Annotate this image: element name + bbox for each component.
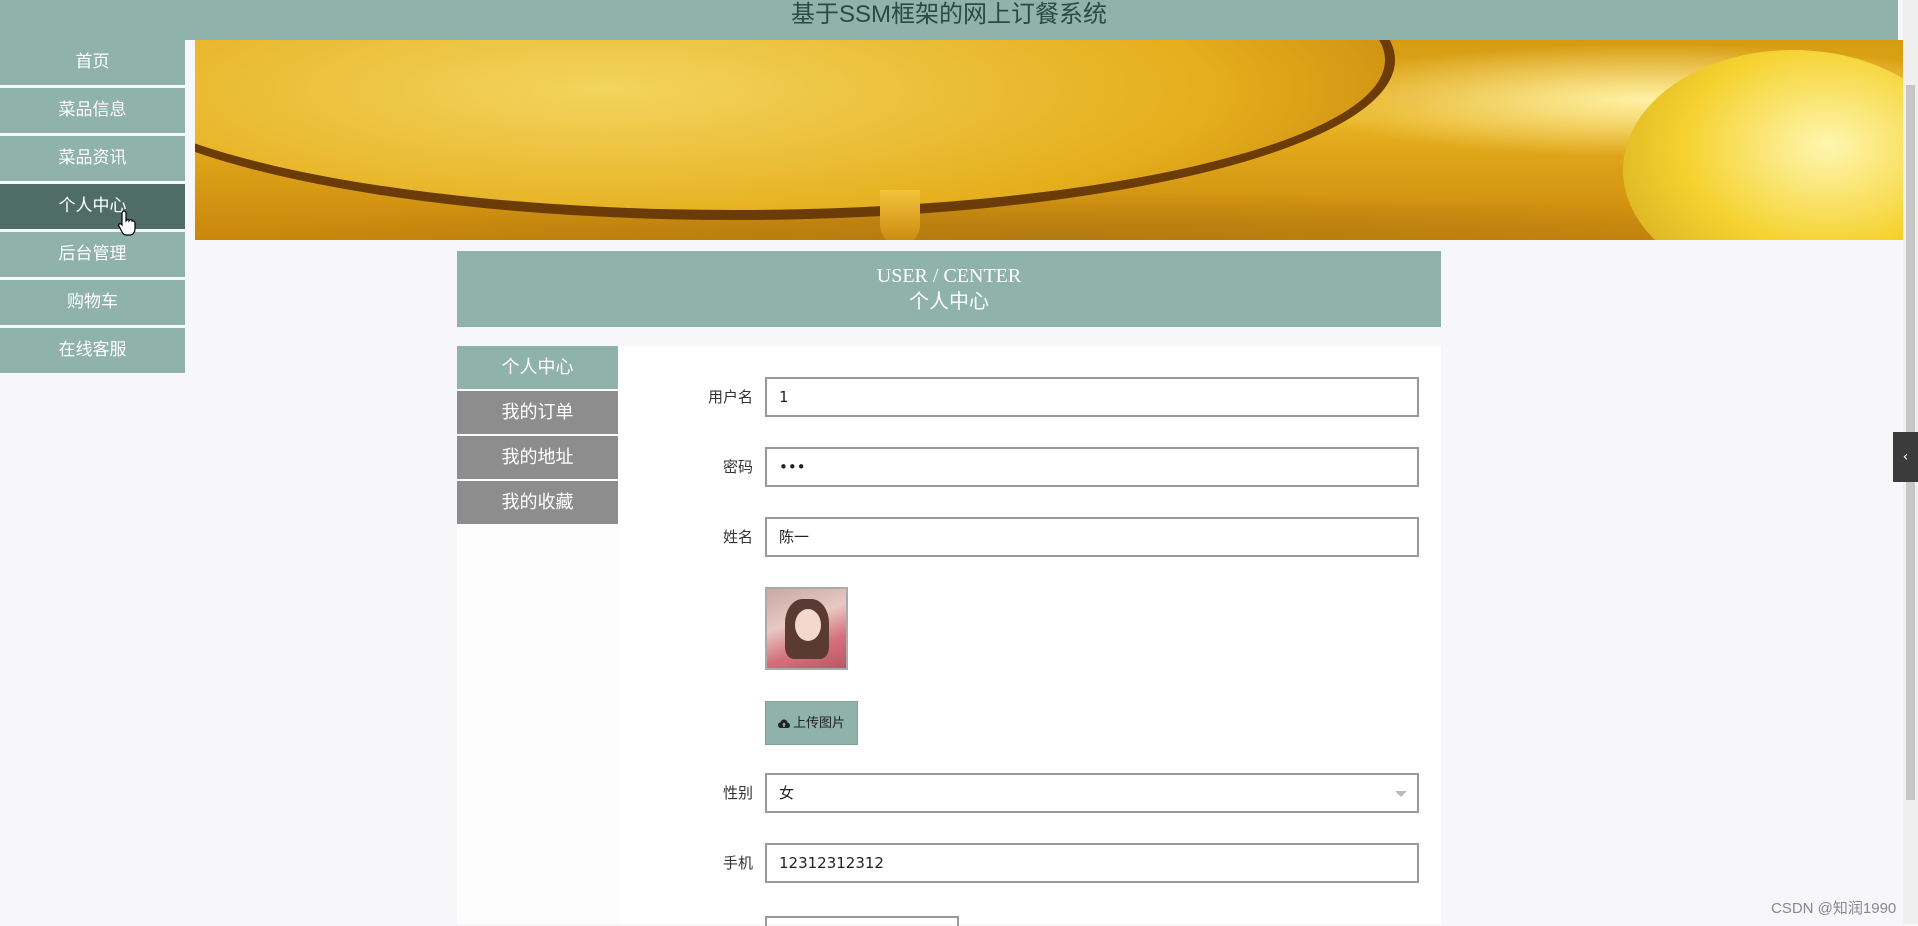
sidebar-item-dish-info[interactable]: 菜品信息: [0, 88, 185, 133]
gender-selected-value: 女: [779, 784, 795, 802]
banner-drip-shape: [880, 190, 920, 240]
subnav-item-my-orders[interactable]: 我的订单: [457, 391, 618, 434]
cloud-upload-icon: [777, 719, 790, 728]
next-field-partial[interactable]: [765, 916, 959, 926]
username-field[interactable]: 1: [765, 377, 1419, 417]
chevron-left-icon: ‹: [1902, 449, 1909, 465]
section-header: USER / CENTER 个人中心: [457, 251, 1441, 327]
sidebar-item-admin[interactable]: 后台管理: [0, 232, 185, 277]
password-field[interactable]: •••: [765, 447, 1419, 487]
gender-select[interactable]: 女: [765, 773, 1419, 813]
side-collapse-tab[interactable]: ‹: [1893, 432, 1918, 482]
subnav-item-personal-center[interactable]: 个人中心: [457, 346, 618, 389]
sidebar-item-home[interactable]: 首页: [0, 40, 185, 85]
upload-image-button[interactable]: 上传图片: [765, 701, 858, 745]
profile-form: 用户名 1 密码 ••• 姓名 陈一 上传图片 性别 女 手机 12312312…: [618, 346, 1441, 926]
csdn-watermark: CSDN @知润1990: [1771, 900, 1897, 917]
avatar-face-shape: [795, 609, 821, 641]
name-field[interactable]: 陈一: [765, 517, 1419, 557]
sidebar-item-dish-news[interactable]: 菜品资讯: [0, 136, 185, 181]
subnav-item-my-address[interactable]: 我的地址: [457, 436, 618, 479]
subnav-item-my-favorites[interactable]: 我的收藏: [457, 481, 618, 524]
avatar-image: [765, 587, 848, 670]
sidebar-item-personal-center[interactable]: 个人中心: [0, 184, 185, 229]
section-title-zh: 个人中心: [909, 291, 989, 313]
app-title: 基于SSM框架的网上订餐系统: [790, 1, 1107, 28]
banner-plate-shape: [1623, 50, 1903, 240]
password-label: 密码: [722, 458, 753, 476]
upload-button-label: 上传图片: [792, 716, 845, 731]
food-banner-image: [195, 40, 1903, 240]
phone-field[interactable]: 12312312312: [765, 843, 1419, 883]
sidebar-item-online-service[interactable]: 在线客服: [0, 328, 185, 373]
sidebar-item-cart[interactable]: 购物车: [0, 280, 185, 325]
top-header-bar: 基于SSM框架的网上订餐系统: [0, 0, 1898, 40]
name-label: 姓名: [722, 528, 753, 546]
banner-bowl-shape: [195, 40, 1395, 220]
chevron-down-icon: [1395, 791, 1407, 797]
user-center-subnav: 个人中心 我的订单 我的地址 我的收藏: [457, 346, 618, 924]
phone-label: 手机: [722, 854, 753, 872]
hand-cursor-icon: [118, 210, 136, 236]
gender-label: 性别: [722, 784, 753, 802]
section-title-en: USER / CENTER: [876, 265, 1022, 287]
sidebar-nav: 首页 菜品信息 菜品资讯 个人中心 后台管理 购物车 在线客服: [0, 40, 185, 376]
username-label: 用户名: [707, 388, 753, 406]
